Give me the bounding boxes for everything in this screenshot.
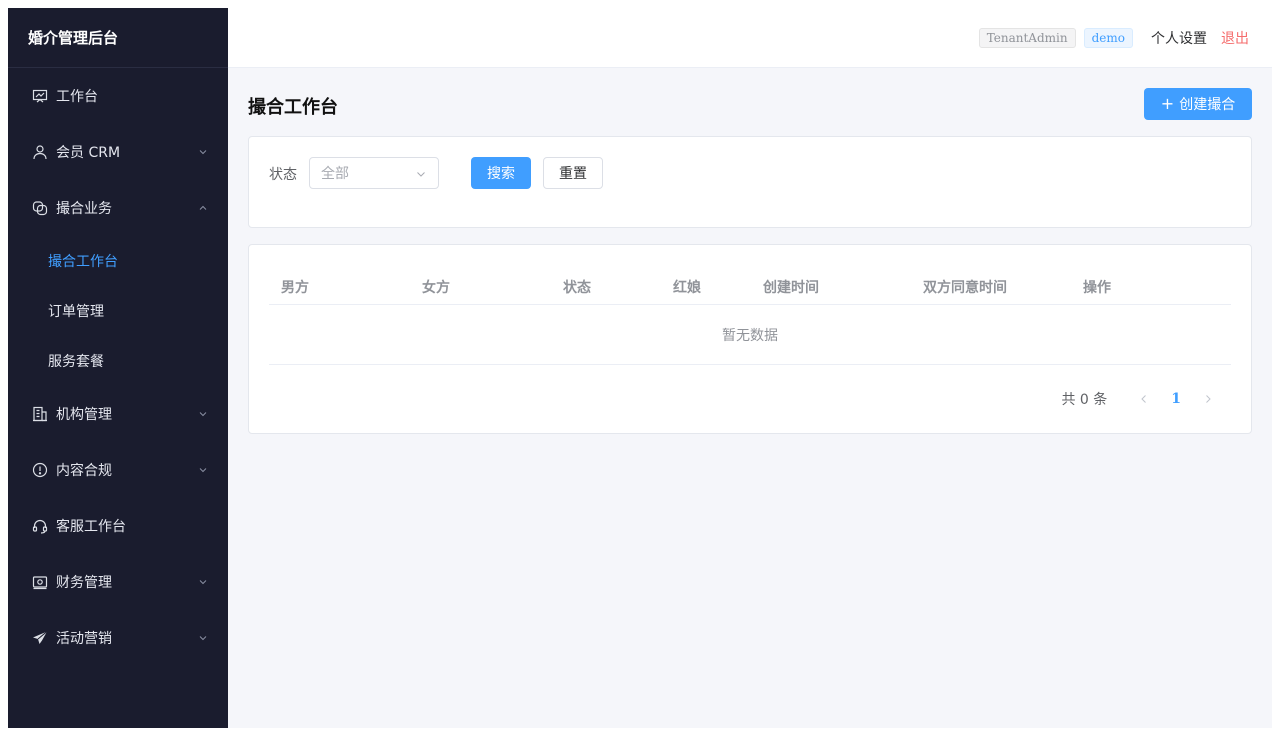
sidebar-item-label: 会员 CRM [56, 145, 121, 161]
page-title: 撮合工作台 [248, 97, 338, 118]
page-header: 撮合工作台 + 创建撮合 [248, 88, 1252, 120]
chevron-right-icon[interactable] [1203, 394, 1213, 404]
submenu-item-orders[interactable]: 订单管理 [8, 286, 228, 336]
table-header: 男方 女方 状态 红娘 创建时间 双方同意时间 操作 [269, 265, 1231, 305]
sidebar-item-label: 活动营销 [56, 631, 112, 647]
column-header-created-time: 创建时间 [763, 280, 819, 296]
sidebar-item-workbench[interactable]: 工作台 [8, 68, 228, 124]
chevron-down-icon [199, 150, 207, 155]
headset-icon [32, 518, 48, 534]
reset-button[interactable]: 重置 [543, 157, 603, 189]
create-match-button[interactable]: + 创建撮合 [1144, 88, 1252, 120]
status-select[interactable]: 全部 [309, 157, 439, 189]
column-header-female: 女方 [422, 280, 450, 296]
top-bar: TenantAdmin demo 个人设置 退出 [228, 8, 1272, 68]
warning-circle-icon [32, 462, 48, 478]
wallet-icon [32, 574, 48, 590]
table-empty-text: 暂无数据 [269, 305, 1231, 365]
sidebar-item-crm[interactable]: 会员 CRM [8, 124, 228, 180]
link-icon [32, 200, 48, 216]
sidebar-item-finance[interactable]: 财务管理 [8, 554, 228, 610]
create-match-button-label: 创建撮合 [1179, 97, 1236, 113]
sidebar-item-label: 财务管理 [56, 575, 112, 591]
chevron-down-icon [199, 468, 207, 473]
brand-title: 婚介管理后台 [8, 8, 228, 68]
pagination: 共 0 条 1 [1061, 387, 1223, 411]
chevron-up-icon [199, 205, 207, 210]
submenu-item-packages[interactable]: 服务套餐 [8, 336, 228, 386]
sidebar-item-organization[interactable]: 机构管理 [8, 386, 228, 442]
sidebar-item-customer-service[interactable]: 客服工作台 [8, 498, 228, 554]
column-header-agreed-time: 双方同意时间 [923, 280, 1007, 296]
status-select-value: 全部 [321, 166, 349, 182]
column-header-matchmaker: 红娘 [673, 280, 701, 296]
chevron-down-icon [199, 636, 207, 641]
main-content: TenantAdmin demo 个人设置 退出 撮合工作台 + 创建撮合 状态… [228, 8, 1272, 728]
app-root: 婚介管理后台 工作台 会员 CRM 撮合业务 撮合工作台 订单管理 服务套餐 机… [8, 8, 1272, 728]
sidebar-item-marketing[interactable]: 活动营销 [8, 610, 228, 666]
logout-link[interactable]: 退出 [1221, 28, 1249, 48]
plus-icon: + [1160, 94, 1175, 113]
sidebar-item-compliance[interactable]: 内容合规 [8, 442, 228, 498]
personal-settings-link[interactable]: 个人设置 [1151, 28, 1207, 48]
paper-plane-icon [32, 630, 48, 646]
sidebar: 婚介管理后台 工作台 会员 CRM 撮合业务 撮合工作台 订单管理 服务套餐 机… [8, 8, 228, 728]
user-icon [32, 144, 48, 160]
sidebar-item-label: 客服工作台 [56, 519, 126, 535]
tenant-tag: demo [1083, 27, 1133, 48]
role-tag: TenantAdmin [978, 27, 1076, 48]
chevron-down-icon [199, 580, 207, 585]
status-filter-label: 状态 [269, 167, 297, 183]
column-header-male: 男方 [281, 280, 309, 296]
sidebar-item-label: 机构管理 [56, 407, 112, 423]
column-header-status: 状态 [563, 280, 591, 296]
table-card: 男方 女方 状态 红娘 创建时间 双方同意时间 操作 暂无数据 共 0 条 1 [248, 244, 1252, 434]
presentation-chart-icon [32, 88, 48, 104]
pagination-page[interactable]: 1 [1171, 391, 1181, 407]
pagination-total: 共 0 条 [1061, 392, 1108, 408]
search-button[interactable]: 搜索 [471, 157, 531, 189]
chevron-down-icon [417, 172, 425, 177]
sidebar-item-matching[interactable]: 撮合业务 [8, 180, 228, 236]
chevron-left-icon[interactable] [1139, 394, 1149, 404]
sidebar-item-label: 内容合规 [56, 463, 112, 479]
column-header-actions: 操作 [1083, 280, 1111, 296]
chevron-down-icon [199, 412, 207, 417]
submenu-item-matching-workbench[interactable]: 撮合工作台 [8, 236, 228, 286]
sidebar-item-label: 工作台 [56, 89, 98, 105]
filter-card: 状态 全部 搜索 重置 [248, 136, 1252, 228]
sidebar-item-label: 撮合业务 [56, 201, 112, 217]
building-icon [32, 406, 48, 422]
